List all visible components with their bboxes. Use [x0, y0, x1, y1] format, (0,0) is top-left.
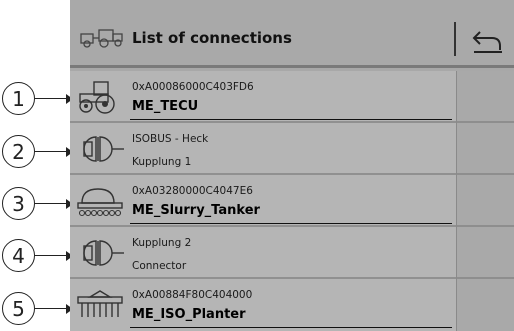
- connection-id: 0xA00884F80C404000: [132, 289, 253, 301]
- connection-label: ISOBUS - Heck: [132, 133, 209, 145]
- callout-leader-line: [35, 255, 70, 256]
- connection-row-3[interactable]: 0xA03280000C4047E6 ME_Slurry_Tanker: [70, 175, 456, 227]
- callout-3: 3: [2, 187, 73, 221]
- connection-name: ME_TECU: [132, 99, 199, 114]
- connection-row-4[interactable]: Kupplung 2 Connector: [70, 227, 456, 279]
- connection-row-5[interactable]: 0xA00884F80C404000 ME_ISO_Planter: [70, 279, 456, 331]
- softkey-5[interactable]: [457, 279, 514, 331]
- softkey-2[interactable]: [457, 123, 514, 175]
- planter-icon: [77, 290, 123, 317]
- connection-coupling: Kupplung 1: [132, 156, 192, 168]
- back-return-icon: [472, 31, 502, 53]
- softkey-column: [456, 71, 514, 331]
- connection-id: 0xA00086000C403FD6: [132, 81, 254, 93]
- connection-name: ME_ISO_Planter: [132, 307, 246, 322]
- callout-4: 4: [2, 239, 73, 273]
- callout-number: 3: [2, 187, 35, 220]
- connection-list: 0xA00086000C403FD6 ME_TECU ISOBUS - Heck…: [70, 71, 456, 331]
- connection-name: ME_Slurry_Tanker: [132, 203, 260, 218]
- callout-leader-line: [35, 203, 70, 204]
- connector-icon: [83, 136, 124, 162]
- row-underline: [130, 326, 452, 328]
- header-divider: [454, 22, 456, 56]
- callout-5: 5: [2, 292, 73, 326]
- back-button[interactable]: [470, 24, 506, 56]
- callout-number: 1: [2, 82, 35, 115]
- callout-number: 4: [2, 239, 35, 272]
- callout-number: 2: [2, 135, 35, 168]
- callout-1: 1: [2, 82, 73, 116]
- row-underline: [130, 222, 452, 224]
- connection-id: 0xA03280000C4047E6: [132, 185, 253, 197]
- row-underline: [130, 118, 452, 120]
- callout-leader-line: [35, 98, 70, 99]
- tractor-icon: [79, 81, 115, 114]
- tractor-implement-icon: [80, 29, 123, 48]
- softkey-3[interactable]: [457, 175, 514, 227]
- connection-row-1[interactable]: 0xA00086000C403FD6 ME_TECU: [70, 71, 456, 123]
- page-title: List of connections: [132, 29, 292, 47]
- slurry-tanker-icon: [77, 188, 123, 217]
- callout-leader-line: [35, 151, 70, 152]
- callout-leader-line: [35, 308, 70, 309]
- softkey-4[interactable]: [457, 227, 514, 279]
- connection-label: Kupplung 2: [132, 237, 192, 249]
- softkey-1[interactable]: [457, 71, 514, 123]
- connections-panel: List of connections 0xA00086000C403FD6 M…: [70, 0, 514, 331]
- header-bar: List of connections: [70, 0, 514, 68]
- connector-icon: [83, 240, 124, 266]
- callout-number: 5: [2, 292, 35, 325]
- callout-column: 1 2 3 4 5: [0, 0, 73, 331]
- connection-row-2[interactable]: ISOBUS - Heck Kupplung 1: [70, 123, 456, 175]
- callout-2: 2: [2, 135, 73, 169]
- connection-type: Connector: [132, 260, 187, 272]
